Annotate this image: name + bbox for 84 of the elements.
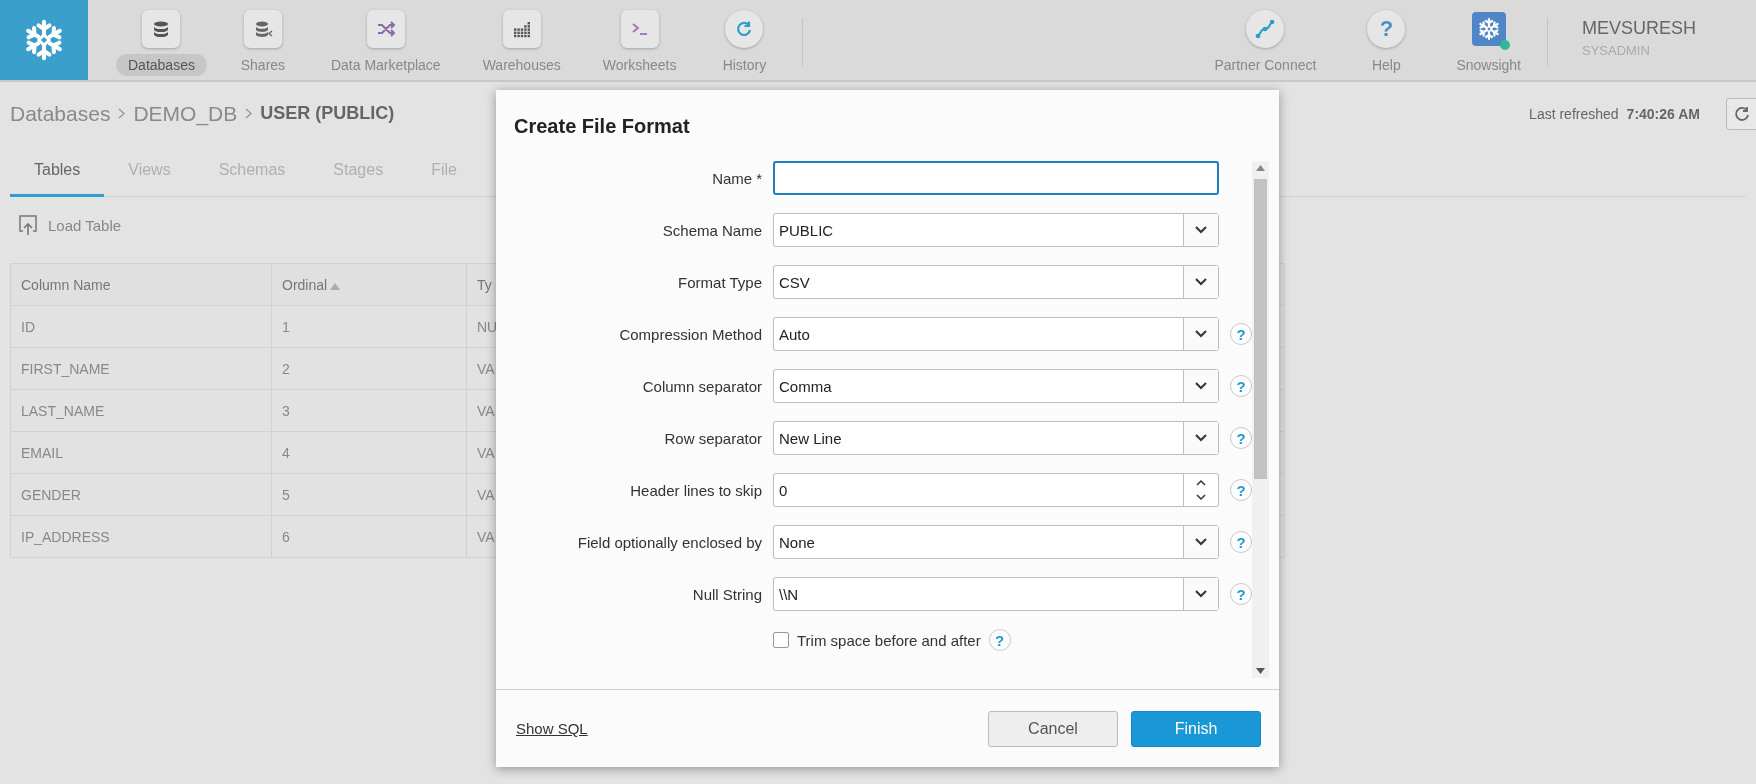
status-dot [1499,40,1510,50]
help-icon[interactable]: ? [1230,375,1252,397]
snowflake-icon [1476,17,1501,41]
breadcrumb-item[interactable]: Databases [10,101,111,126]
nav-item[interactable]: History [700,0,789,77]
toolbar-label[interactable]: Help [1359,54,1413,76]
shuffle-icon [375,19,396,39]
field-label: Schema Name [661,221,762,239]
dropdown-field[interactable]: PUBLIC [773,213,1219,247]
table-cell: IP_ADDRESS [10,515,272,558]
grid-bars-icon [511,19,532,39]
refresh-button[interactable] [1726,97,1756,130]
field-label: Header lines to skip [629,481,762,499]
chevron-down-icon [1195,278,1207,286]
help-icon[interactable]: ? [1230,583,1252,605]
chevron-down-icon [1195,590,1207,598]
table-cell: EMAIL [10,431,272,474]
table-cell: 4 [271,431,467,474]
table-cell: 6 [271,515,467,558]
refresh-icon [1733,105,1750,122]
logo[interactable] [0,0,88,80]
breadcrumb-item[interactable]: DEMO_DB [133,101,238,126]
toolbar-label[interactable]: Snowsight [1444,54,1533,76]
help-icon[interactable]: ? [1230,479,1252,501]
nav-item[interactable]: Warehouses [464,0,579,77]
field-label: Column separator [641,377,762,395]
field-label: Name * [711,169,762,187]
field-label: Format Type [677,273,762,291]
dropdown-field[interactable]: New Line [773,421,1219,455]
help-icon[interactable]: ? [1230,531,1252,553]
chevron-right-icon [118,108,126,119]
table-cell: 3 [271,389,467,432]
toolbar-label[interactable]: Partner Connect [1202,54,1329,76]
checkbox-label: Trim space before and after [797,631,981,649]
table-cell: FIRST_NAME [10,347,272,390]
dropdown-field[interactable]: None [773,525,1219,559]
number-field[interactable]: 0 [773,473,1219,507]
help-icon[interactable]: ? [1230,427,1252,449]
chevron-down-icon [1195,382,1207,390]
name-field[interactable] [773,161,1219,195]
dropdown-field[interactable]: Comma [773,369,1219,403]
scrollbar[interactable] [1252,161,1269,678]
user-name[interactable]: MEVSURESH [1581,18,1696,39]
nav-item[interactable]: Databases [110,0,213,77]
help-icon[interactable]: ? [1367,10,1406,48]
dialog-title: Create File Format [513,114,691,139]
chevron-down-icon [1195,330,1207,338]
dropdown-field[interactable]: Auto [773,317,1219,351]
chevron-down-icon [1195,434,1207,442]
table-cell: 5 [271,473,467,516]
field-label: Field optionally enclosed by [576,533,762,551]
chevron-down-icon [1195,226,1207,234]
dropdown-field[interactable]: CSV [773,265,1219,299]
table-cell: 2 [271,347,467,390]
last-refreshed-label: Last refreshed [1529,105,1619,122]
column-header[interactable]: Ordinal [271,263,467,306]
table-cell: ID [10,305,272,348]
show-sql-link[interactable]: Show SQL [516,720,588,737]
table-cell: GENDER [10,473,272,516]
chevron-down-icon [1195,538,1207,546]
nav-item[interactable]: Shares [218,0,307,77]
field-label: Row separator [663,429,762,447]
help-icon[interactable]: ? [1230,323,1252,345]
cancel-button[interactable]: Cancel [988,710,1118,747]
nav-item[interactable]: Data Marketplace [312,0,459,77]
dropdown-field[interactable]: \\N [773,577,1219,611]
load-table-button[interactable]: Load Table [10,214,130,236]
connector-icon[interactable] [1246,10,1285,48]
column-header[interactable]: Column Name [10,263,272,306]
chevron-right-icon [245,108,253,119]
table-cell: LAST_NAME [10,389,272,432]
field-label: Null String [691,585,762,603]
breadcrumb-item: USER (PUBLIC) [260,103,395,124]
upload-icon [18,214,38,236]
field-label: Compression Method [618,325,762,343]
scroll-down-arrow-icon[interactable] [1256,668,1265,674]
help-icon[interactable]: ? [988,629,1011,651]
tab[interactable]: Tables [10,145,105,197]
nav-item[interactable]: Worksheets [584,0,695,77]
finish-button[interactable]: Finish [1131,710,1261,747]
scroll-up-arrow-icon[interactable] [1256,165,1265,171]
checkbox[interactable] [773,632,789,648]
last-refreshed-time: 7:40:26 AM [1626,105,1700,122]
table-cell: 1 [271,305,467,348]
